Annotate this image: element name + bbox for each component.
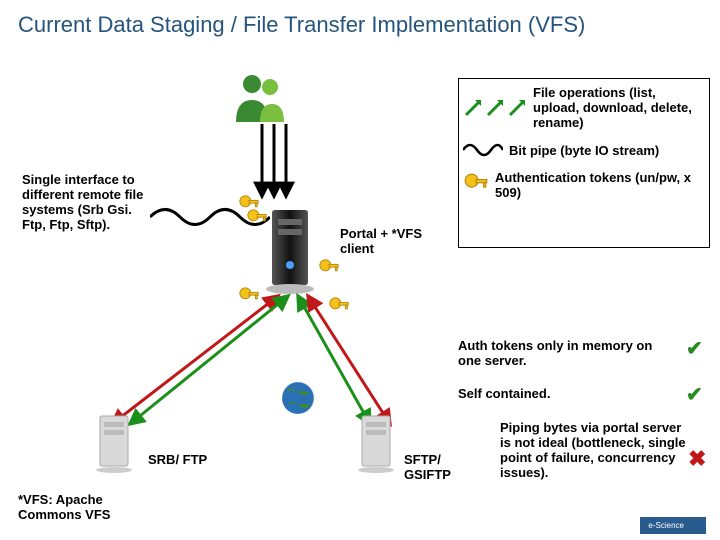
- wave-icon: [463, 140, 503, 160]
- srb-ftp-label: SRB/ FTP: [148, 452, 208, 467]
- users-icon: [230, 72, 290, 122]
- bullet-auth-tokens: Auth tokens only in memory on one server…: [458, 338, 674, 368]
- left-description: Single interface to different remote fil…: [22, 172, 148, 232]
- key-icon: [463, 172, 489, 198]
- vfs-footnote: *VFS: Apache Commons VFS: [18, 492, 168, 522]
- server-icon: [260, 205, 320, 295]
- page-title: Current Data Staging / File Transfer Imp…: [18, 12, 585, 38]
- legend-box: File operations (list, upload, download,…: [458, 78, 710, 248]
- key-icon: [246, 208, 268, 235]
- bullet-piping-issue: Piping bytes via portal server is not id…: [500, 420, 688, 480]
- check-icon: ✔: [686, 336, 703, 361]
- bullet-self-contained: Self contained.: [458, 386, 674, 401]
- check-icon: ✔: [686, 382, 703, 407]
- server-left-icon: [94, 414, 134, 479]
- legend-file-ops: File operations (list, upload, download,…: [533, 85, 705, 130]
- sftp-gsiftp-label: SFTP/ GSIFTP: [404, 452, 484, 482]
- key-icon: [318, 258, 340, 285]
- arrow-green-icon: [463, 98, 483, 118]
- server-right-icon: [356, 414, 396, 479]
- legend-auth-tokens: Authentication tokens (un/pw, x 509): [495, 170, 705, 200]
- footer-logo: e-Science: [640, 517, 706, 534]
- globe-icon: [280, 380, 316, 416]
- portal-client-label: Portal + *VFS client: [340, 226, 430, 256]
- arrow-green-icon: [485, 98, 505, 118]
- cross-icon: ✖: [688, 446, 706, 472]
- arrow-green-icon: [507, 98, 527, 118]
- legend-bit-pipe: Bit pipe (byte IO stream): [509, 143, 659, 158]
